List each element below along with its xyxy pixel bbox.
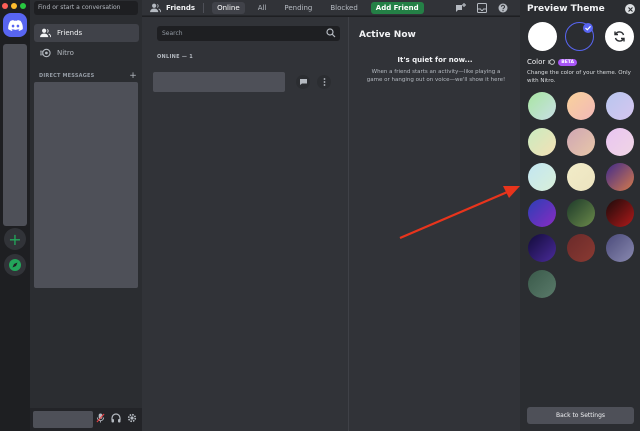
selected-check-icon <box>583 23 593 33</box>
dm-list-placeholder <box>34 82 138 288</box>
color-label-text: Color <box>527 58 546 66</box>
direct-messages-label: DIRECT MESSAGES <box>39 73 95 79</box>
server-rail: + <box>0 0 30 431</box>
back-to-settings-button[interactable]: Back to Settings <box>527 407 634 424</box>
sync-icon <box>614 31 625 42</box>
close-icon <box>627 6 633 12</box>
add-friend-button[interactable]: Add Friend <box>370 1 424 14</box>
color-swatch[interactable] <box>567 163 595 191</box>
message-friend-button[interactable] <box>296 75 310 89</box>
color-swatch[interactable] <box>606 128 634 156</box>
color-swatch[interactable] <box>606 234 634 262</box>
explore-servers-button[interactable] <box>4 254 26 276</box>
plus-icon: + <box>8 229 22 249</box>
header-icons <box>455 3 508 13</box>
server-list-placeholder <box>3 44 27 226</box>
color-swatch[interactable] <box>528 270 556 298</box>
theme-sync-button[interactable] <box>605 22 634 51</box>
color-swatch[interactable] <box>528 128 556 156</box>
friend-info-placeholder <box>153 72 285 92</box>
message-icon <box>299 79 307 85</box>
active-now-panel: Active Now It's quiet for now... When a … <box>348 17 520 431</box>
window-controls <box>2 3 26 9</box>
close-window-button[interactable] <box>2 3 8 9</box>
compass-icon <box>9 259 21 271</box>
friends-list-panel: Search ONLINE — 1 <box>142 17 348 431</box>
nitro-icon <box>40 48 51 58</box>
active-now-title: Active Now <box>359 30 416 40</box>
color-swatch[interactable] <box>567 128 595 156</box>
close-preview-button[interactable] <box>625 4 635 14</box>
friend-search-input[interactable]: Search <box>157 26 340 41</box>
color-swatch[interactable] <box>528 234 556 262</box>
more-options-button[interactable] <box>317 75 331 89</box>
color-swatch[interactable] <box>606 163 634 191</box>
search-icon <box>326 28 336 38</box>
friends-title: Friends <box>150 3 195 13</box>
create-dm-button[interactable]: + <box>129 71 137 81</box>
header-divider <box>203 2 205 13</box>
tab-blocked[interactable]: Blocked <box>325 2 362 14</box>
mute-mic-icon[interactable] <box>96 413 105 423</box>
color-swatch[interactable] <box>606 199 634 227</box>
friends-header: Friends Online All Pending Blocked Add F… <box>142 0 520 16</box>
preview-theme-title: Preview Theme <box>527 4 605 14</box>
sidebar-item-label: Nitro <box>57 49 74 57</box>
add-server-button[interactable]: + <box>4 228 26 250</box>
settings-gear-icon[interactable] <box>127 413 137 423</box>
discord-app: + Find or start a conversation Friends N… <box>0 0 640 431</box>
sidebar-item-friends[interactable]: Friends <box>34 24 139 42</box>
beta-badge: BETA <box>558 58 577 66</box>
color-section-label: Color BETA <box>527 58 577 66</box>
user-info-placeholder[interactable] <box>33 411 93 428</box>
nitro-badge-icon <box>548 59 556 65</box>
find-conversation-input[interactable]: Find or start a conversation <box>34 1 138 15</box>
friends-icon <box>40 28 51 38</box>
discord-logo-icon <box>7 19 23 31</box>
quiet-title: It's quiet for now... <box>397 56 473 64</box>
color-description: Change the color of your theme. Only wit… <box>527 70 631 84</box>
sidebar-item-label: Friends <box>57 29 83 37</box>
page-title: Friends <box>166 3 196 12</box>
color-swatch[interactable] <box>528 163 556 191</box>
theme-dark-button[interactable] <box>565 22 594 51</box>
more-vertical-icon <box>323 78 325 86</box>
maximize-window-button[interactable] <box>20 3 26 9</box>
new-group-dm-icon[interactable] <box>455 3 466 13</box>
color-swatch[interactable] <box>606 92 634 120</box>
discord-home-button[interactable] <box>3 13 27 37</box>
friends-icon <box>150 3 161 12</box>
quiet-description: When a friend starts an activity—like pl… <box>366 69 506 83</box>
color-swatch[interactable] <box>528 199 556 227</box>
tab-all[interactable]: All <box>253 2 272 14</box>
direct-messages-header: DIRECT MESSAGES + <box>39 71 137 81</box>
minimize-window-button[interactable] <box>11 3 17 9</box>
preview-theme-panel: Preview Theme Color BETA Change the colo… <box>520 0 640 431</box>
friend-row[interactable] <box>153 72 343 92</box>
inbox-icon[interactable] <box>477 3 487 13</box>
color-swatch[interactable] <box>567 199 595 227</box>
user-panel <box>30 408 142 431</box>
color-swatch[interactable] <box>567 234 595 262</box>
help-icon[interactable] <box>498 3 508 13</box>
tab-online[interactable]: Online <box>212 1 245 14</box>
theme-light-button[interactable] <box>528 22 557 51</box>
search-placeholder: Search <box>162 30 183 37</box>
color-swatch[interactable] <box>567 92 595 120</box>
tab-pending[interactable]: Pending <box>279 2 317 14</box>
user-controls <box>96 413 137 423</box>
dm-sidebar: Find or start a conversation Friends Nit… <box>30 0 142 431</box>
color-swatch[interactable] <box>528 92 556 120</box>
online-count-label: ONLINE — 1 <box>157 54 194 60</box>
sidebar-item-nitro[interactable]: Nitro <box>34 44 139 62</box>
headphones-icon[interactable] <box>111 413 121 423</box>
